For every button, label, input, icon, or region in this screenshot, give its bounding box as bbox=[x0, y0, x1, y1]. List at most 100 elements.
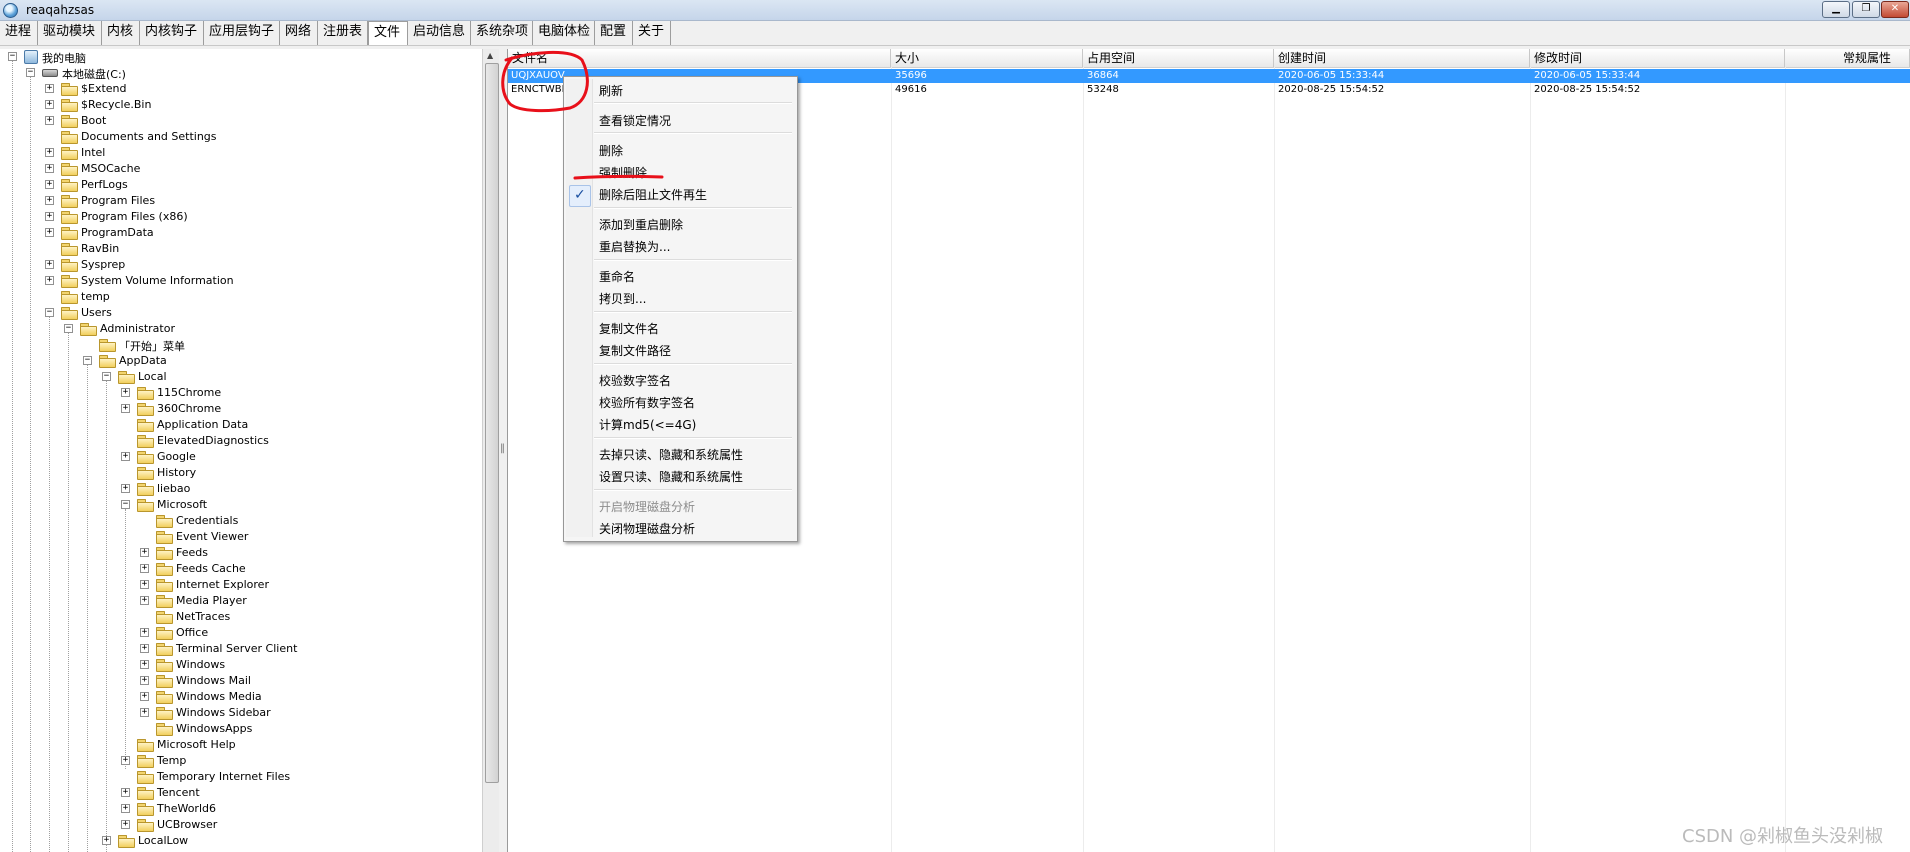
expand-icon[interactable]: + bbox=[45, 196, 54, 205]
tree-scrollbar[interactable]: ▲ bbox=[482, 49, 500, 852]
menu-pc-checkup[interactable]: 电脑体检 bbox=[533, 21, 595, 45]
folder-icon bbox=[61, 115, 78, 128]
collapse-icon[interactable]: − bbox=[121, 500, 130, 509]
expand-icon[interactable]: + bbox=[45, 212, 54, 221]
menu-kernel-hooks[interactable]: 内核钩子 bbox=[140, 21, 204, 45]
computer-icon bbox=[24, 50, 38, 64]
collapse-icon[interactable]: − bbox=[45, 308, 54, 317]
menu-driver-modules[interactable]: 驱动模块 bbox=[38, 21, 102, 45]
column-header-attributes[interactable]: 常规属性 bbox=[1785, 49, 1910, 67]
menu-item-copy-filename[interactable]: 复制文件名 bbox=[599, 320, 659, 337]
folder-icon bbox=[156, 723, 173, 736]
menu-app-hooks[interactable]: 应用层钩子 bbox=[204, 21, 280, 45]
tree-guide-line bbox=[87, 365, 88, 852]
menu-item-view-locks[interactable]: 查看锁定情况 bbox=[599, 112, 671, 129]
menu-item-verify-all-signatures[interactable]: 校验所有数字签名 bbox=[599, 394, 695, 411]
menu-item-force-delete[interactable]: 强制删除 bbox=[599, 164, 647, 181]
cell-created: 2020-06-05 15:33:44 bbox=[1278, 70, 1385, 81]
menu-settings[interactable]: 配置 bbox=[595, 21, 633, 45]
menu-item-set-attributes[interactable]: 设置只读、隐藏和系统属性 bbox=[599, 468, 743, 485]
close-button[interactable]: ✕ bbox=[1881, 1, 1909, 18]
column-header-created[interactable]: 创建时间 bbox=[1274, 49, 1530, 67]
folder-icon bbox=[137, 803, 154, 816]
menu-item-rename[interactable]: 重命名 bbox=[599, 268, 635, 285]
column-header-modified[interactable]: 修改时间 bbox=[1530, 49, 1785, 67]
checkmark-icon: ✓ bbox=[574, 187, 586, 203]
expand-icon[interactable]: + bbox=[140, 676, 149, 685]
folder-icon bbox=[61, 83, 78, 96]
expand-icon[interactable]: + bbox=[45, 180, 54, 189]
expand-icon[interactable]: + bbox=[121, 388, 130, 397]
tree-guide-line bbox=[125, 509, 126, 769]
column-header-allocated[interactable]: 占用空间 bbox=[1083, 49, 1274, 67]
menu-system-misc[interactable]: 系统杂项 bbox=[471, 21, 533, 45]
scroll-up-icon[interactable]: ▲ bbox=[487, 51, 493, 60]
menu-separator bbox=[594, 311, 792, 313]
folder-icon bbox=[61, 227, 78, 240]
expand-icon[interactable]: + bbox=[121, 756, 130, 765]
expand-icon[interactable]: + bbox=[45, 100, 54, 109]
expand-icon[interactable]: + bbox=[121, 404, 130, 413]
expand-icon[interactable]: + bbox=[45, 260, 54, 269]
expand-icon[interactable]: + bbox=[140, 628, 149, 637]
menu-processes[interactable]: 进程 bbox=[0, 21, 38, 45]
collapse-icon[interactable]: − bbox=[102, 372, 111, 381]
expand-icon[interactable]: + bbox=[45, 84, 54, 93]
folder-tree[interactable]: − 我的电脑 − 本地磁盘(C:) + $Extend + $Recycle.Bin… bbox=[0, 49, 483, 852]
menu-network[interactable]: 网络 bbox=[280, 21, 318, 45]
expand-icon[interactable]: + bbox=[121, 804, 130, 813]
expand-icon[interactable]: + bbox=[140, 692, 149, 701]
expand-icon[interactable]: + bbox=[121, 820, 130, 829]
expand-icon[interactable]: + bbox=[45, 164, 54, 173]
scrollbar-thumb[interactable] bbox=[485, 63, 499, 783]
collapse-icon[interactable]: − bbox=[8, 52, 17, 61]
menu-item-delete-prevent-regen[interactable]: 删除后阻止文件再生 bbox=[599, 186, 707, 203]
cell-created: 2020-08-25 15:54:52 bbox=[1278, 84, 1385, 95]
pane-splitter[interactable]: ‖ bbox=[499, 49, 508, 852]
menu-item-disable-disk-analysis[interactable]: 关闭物理磁盘分析 bbox=[599, 520, 695, 537]
minimize-button[interactable]: ▁ bbox=[1822, 1, 1850, 18]
menu-item-refresh[interactable]: 刷新 bbox=[599, 82, 623, 99]
folder-icon bbox=[137, 499, 154, 512]
expand-icon[interactable]: + bbox=[45, 148, 54, 157]
expand-icon[interactable]: + bbox=[45, 116, 54, 125]
expand-icon[interactable]: + bbox=[121, 452, 130, 461]
expand-icon[interactable]: + bbox=[140, 564, 149, 573]
menu-about[interactable]: 关于 bbox=[633, 21, 671, 45]
expand-icon[interactable]: + bbox=[140, 660, 149, 669]
menu-item-remove-attributes[interactable]: 去掉只读、隐藏和系统属性 bbox=[599, 446, 743, 463]
expand-icon[interactable]: + bbox=[140, 596, 149, 605]
expand-icon[interactable]: + bbox=[45, 276, 54, 285]
expand-icon[interactable]: + bbox=[102, 836, 111, 845]
menu-item-delete[interactable]: 删除 bbox=[599, 142, 623, 159]
menu-item-verify-signature[interactable]: 校验数字签名 bbox=[599, 372, 671, 389]
menu-item-copy-to[interactable]: 拷贝到... bbox=[599, 290, 646, 307]
menu-files[interactable]: 文件 bbox=[368, 21, 408, 45]
menu-icon-gutter bbox=[566, 79, 593, 537]
collapse-icon[interactable]: − bbox=[83, 356, 92, 365]
menu-kernel[interactable]: 内核 bbox=[102, 21, 140, 45]
expand-icon[interactable]: + bbox=[121, 484, 130, 493]
column-header-size[interactable]: 大小 bbox=[891, 49, 1083, 67]
menu-separator bbox=[594, 363, 792, 365]
expand-icon[interactable]: + bbox=[45, 228, 54, 237]
collapse-icon[interactable]: − bbox=[26, 68, 35, 77]
menu-registry[interactable]: 注册表 bbox=[318, 21, 368, 45]
folder-icon bbox=[61, 211, 78, 224]
expand-icon[interactable]: + bbox=[121, 788, 130, 797]
menu-item-replace-on-reboot[interactable]: 重启替换为... bbox=[599, 238, 670, 255]
column-header-filename[interactable]: 文件名 bbox=[508, 49, 891, 67]
folder-icon bbox=[137, 787, 154, 800]
expand-icon[interactable]: + bbox=[140, 644, 149, 653]
menu-item-delete-on-reboot[interactable]: 添加到重启删除 bbox=[599, 216, 683, 233]
expand-icon[interactable]: + bbox=[140, 708, 149, 717]
menu-item-compute-md5[interactable]: 计算md5(<=4G) bbox=[599, 416, 696, 433]
menu-startup-info[interactable]: 启动信息 bbox=[408, 21, 471, 45]
collapse-icon[interactable]: − bbox=[64, 324, 73, 333]
folder-icon bbox=[137, 403, 154, 416]
folder-icon bbox=[137, 419, 154, 432]
menu-item-copy-filepath[interactable]: 复制文件路径 bbox=[599, 342, 671, 359]
expand-icon[interactable]: + bbox=[140, 580, 149, 589]
restore-button[interactable]: ❐ bbox=[1852, 1, 1880, 18]
expand-icon[interactable]: + bbox=[140, 548, 149, 557]
